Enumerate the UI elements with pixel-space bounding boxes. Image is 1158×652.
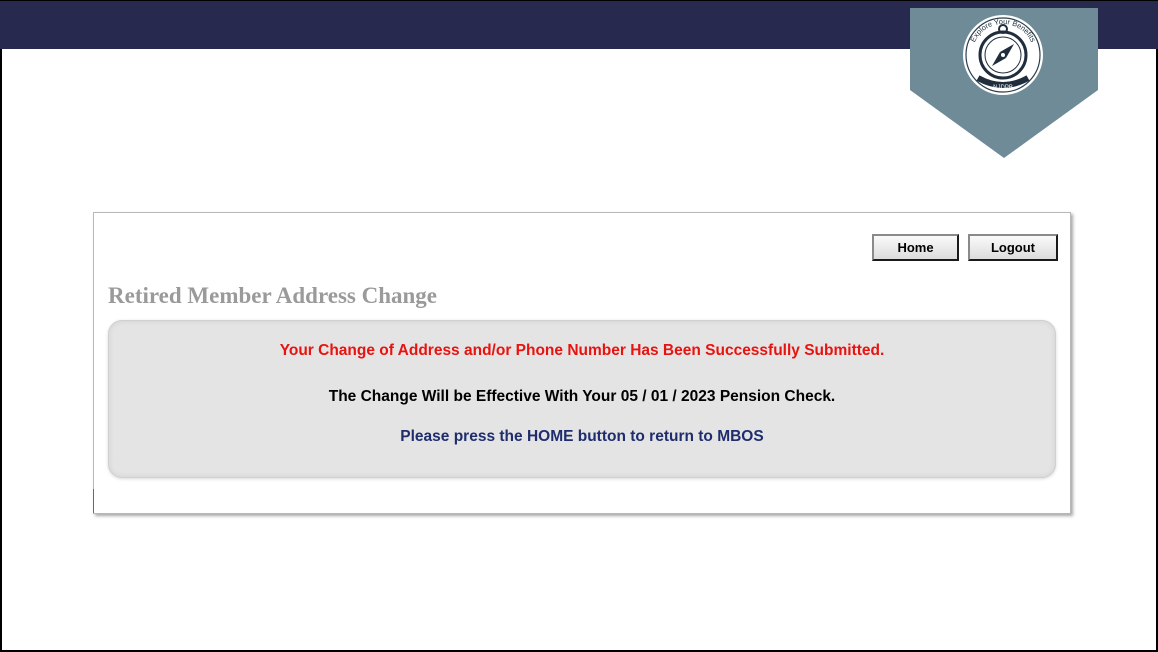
compass-icon: Explore Your Benefits NJDPB: [963, 15, 1043, 95]
effective-date-message: The Change Will be Effective With Your 0…: [328, 388, 836, 405]
return-home-instruction: Please press the HOME button to return t…: [400, 428, 764, 445]
window-edge: [93, 489, 94, 513]
logo-graphic: Explore Your Benefits NJDPB: [910, 8, 1098, 158]
success-message: Your Change of Address and/or Phone Numb…: [279, 342, 885, 359]
svg-text:NJDPB: NJDPB: [993, 85, 1013, 91]
page-title: Retired Member Address Change: [108, 283, 438, 308]
home-button[interactable]: Home: [872, 234, 959, 261]
confirmation-panel: Your Change of Address and/or Phone Numb…: [108, 320, 1056, 478]
address-change-window: Home Logout Retired Member Address Chang…: [93, 212, 1071, 514]
logo-badge: Explore Your Benefits NJDPB: [910, 8, 1098, 158]
logout-button[interactable]: Logout: [968, 234, 1058, 261]
